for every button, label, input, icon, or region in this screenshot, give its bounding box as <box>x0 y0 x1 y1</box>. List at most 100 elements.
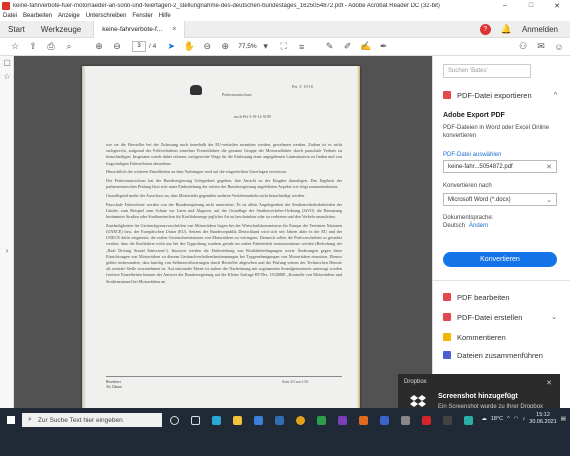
menu-anzeige[interactable]: Anzeige <box>58 13 80 19</box>
zoom-dropdown-icon[interactable]: ▾ <box>259 40 273 54</box>
app-gray-icon[interactable] <box>396 413 414 427</box>
start-button[interactable] <box>0 413 22 427</box>
notification-app-name: Dropbox <box>404 379 427 385</box>
app-blue-icon[interactable] <box>375 413 393 427</box>
tab-start[interactable]: Start <box>0 25 33 34</box>
comment-tool-icon <box>443 333 451 341</box>
doc-footer-left: Bearbeitet Ab. Datum <box>106 380 122 390</box>
change-language-link[interactable]: Ändern <box>469 222 488 230</box>
notifications-icon[interactable]: ▤ <box>561 416 566 422</box>
clear-file-icon[interactable]: ✕ <box>546 163 552 171</box>
mail-icon[interactable]: ✉ <box>534 40 548 54</box>
help-icon[interactable]: ? <box>479 23 491 35</box>
document-view[interactable]: Petitionsausschuss Pet. 3- 19-18 noch Pe… <box>14 56 432 408</box>
tools-search-input[interactable]: Suchen 'Bates' <box>443 64 531 78</box>
menu-bearbeiten[interactable]: Bearbeiten <box>23 13 52 19</box>
tool-edit-pdf[interactable]: PDF bearbeiten <box>433 290 570 304</box>
explorer-icon[interactable] <box>228 413 246 427</box>
tab-bar: Start Werkzeuge keine-fahrverbote-f... ×… <box>0 20 570 38</box>
chevron-up-icon[interactable]: ^ <box>554 92 557 99</box>
chevron-down-icon[interactable]: ⌄ <box>551 313 557 321</box>
share-link-icon[interactable]: ⚇ <box>516 40 530 54</box>
highlight-icon[interactable]: ✍ <box>359 40 373 54</box>
maximize-button[interactable]: □ <box>518 2 544 9</box>
edge-icon[interactable] <box>207 413 225 427</box>
page-number-input[interactable]: 3 <box>132 41 146 52</box>
network-icon[interactable]: ◠ <box>514 416 519 422</box>
choose-file-link[interactable]: PDF-Datei auswählen <box>443 152 501 158</box>
print-icon[interactable]: ⎙ <box>44 40 58 54</box>
title-bar: keine-fahrverbote-fuer-motorraeder-an-so… <box>0 0 570 11</box>
windows-taskbar: ⌕ Zur Suche Text hier eingeben ☁ 18°C ^ … <box>0 408 570 456</box>
minimize-button[interactable]: – <box>492 2 518 9</box>
tray-chevron-icon[interactable]: ^ <box>507 416 510 422</box>
convert-format-select[interactable]: Microsoft Word (*.docx) ⌄ <box>443 193 557 206</box>
task-view-icon[interactable] <box>186 413 204 427</box>
notification-close-icon[interactable]: ✕ <box>546 379 552 387</box>
mail-app-icon[interactable] <box>270 413 288 427</box>
app-teal-icon[interactable] <box>459 413 477 427</box>
thumbnails-icon[interactable]: ▢ <box>0 56 14 70</box>
page-total: / 4 <box>149 43 157 50</box>
tool-label: PDF-Datei erstellen <box>457 312 523 322</box>
scroll-mode-icon[interactable]: ≡ <box>295 40 309 54</box>
tool-comment[interactable]: Kommentieren <box>433 330 570 344</box>
app-green-icon[interactable] <box>312 413 330 427</box>
volume-icon[interactable]: ♪ <box>523 416 526 422</box>
menu-unterschreiben[interactable]: Unterschreiben <box>86 13 127 19</box>
app-dark-icon[interactable] <box>438 413 456 427</box>
menu-hilfe[interactable]: Hilfe <box>159 13 171 19</box>
zoom-in-icon[interactable]: ⊕ <box>218 40 232 54</box>
tab-document-label: keine-fahrverbote-f... <box>102 25 163 33</box>
menu-fenster[interactable]: Fenster <box>132 13 152 19</box>
tool-create-pdf[interactable]: PDF-Datei erstellen ⌄ <box>433 310 570 324</box>
comment-icon[interactable]: ✎ <box>323 40 337 54</box>
notification-bell-icon[interactable]: 🔔 <box>501 24 512 35</box>
zoom-out-icon[interactable]: ⊖ <box>200 40 214 54</box>
tool-combine-files[interactable]: Dateien zusammenführen <box>433 348 570 362</box>
search-icon: ⌕ <box>28 416 32 423</box>
export-pdf-icon <box>443 91 451 99</box>
select-cursor-icon[interactable]: ➤ <box>164 40 178 54</box>
app-purple-icon[interactable] <box>333 413 351 427</box>
chrome-icon[interactable] <box>291 413 309 427</box>
sign-icon[interactable]: ✒ <box>377 40 391 54</box>
tab-close-icon[interactable]: × <box>172 26 176 33</box>
star-icon[interactable]: ☆ <box>8 40 22 54</box>
menu-datei[interactable]: Datei <box>3 13 17 19</box>
weather-icon[interactable]: ☁ <box>481 416 487 422</box>
export-pdf-section[interactable]: PDF-Datei exportieren ^ <box>433 88 570 102</box>
taskbar-search-placeholder: Zur Suche Text hier eingeben <box>37 416 123 424</box>
upload-icon[interactable]: ⇪ <box>26 40 40 54</box>
page-down-icon[interactable]: ⊖ <box>110 40 124 54</box>
add-user-icon[interactable]: ☺ <box>552 40 566 54</box>
taskbar-search[interactable]: ⌕ Zur Suche Text hier eingeben <box>22 413 162 427</box>
hand-tool-icon[interactable]: ✋ <box>182 40 196 54</box>
federal-eagle-logo <box>190 85 202 95</box>
tab-tools[interactable]: Werkzeuge <box>33 25 89 34</box>
windows-logo-icon <box>7 416 15 424</box>
bookmarks-icon[interactable]: ☆ <box>0 70 14 84</box>
selected-file-field[interactable]: keine-fahr...5054872.pdf ✕ <box>443 160 557 173</box>
convert-button[interactable]: Konvertieren <box>443 252 557 267</box>
zoom-level[interactable]: 77,5% <box>238 43 256 50</box>
tool-label: PDF bearbeiten <box>457 292 510 302</box>
pen-icon[interactable]: ✐ <box>341 40 355 54</box>
footer-line-2: Ab. Datum <box>106 385 122 389</box>
collapse-left-icon[interactable]: › <box>0 244 14 258</box>
weather-temp[interactable]: 18°C <box>491 416 503 422</box>
page-up-icon[interactable]: ⊕ <box>92 40 106 54</box>
signin-button[interactable]: Anmelden <box>522 25 558 34</box>
page-shadow-left <box>82 66 86 408</box>
tab-document[interactable]: keine-fahrverbote-f... × <box>93 20 186 38</box>
close-window-button[interactable]: ✕ <box>544 2 570 10</box>
edit-pdf-icon <box>443 293 451 301</box>
app-orange-icon[interactable] <box>354 413 372 427</box>
taskbar-clock[interactable]: 15:12 30.06.2021 <box>529 412 557 426</box>
cortana-icon[interactable] <box>165 413 183 427</box>
fit-page-icon[interactable]: ⛶ <box>277 40 291 54</box>
store-icon[interactable] <box>249 413 267 427</box>
doc-paragraph: Grundlegend merkt der Ausschuss an, dass… <box>106 192 305 198</box>
search-icon[interactable]: ⌕ <box>62 40 76 54</box>
acrobat-taskbar-icon[interactable] <box>417 413 435 427</box>
